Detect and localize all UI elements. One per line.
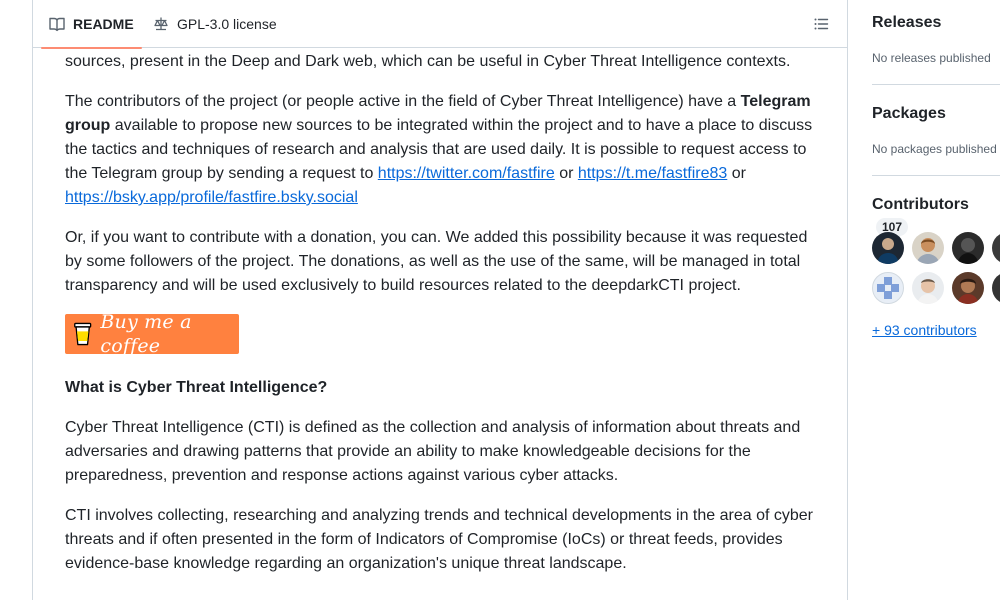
text: or: [727, 165, 746, 182]
divider: [872, 84, 1000, 85]
tab-readme-label: README: [73, 16, 134, 32]
avatar[interactable]: [912, 272, 944, 304]
paragraph-telegram: The contributors of the project (or peop…: [65, 90, 817, 210]
readme-tab-bar: README GPL-3.0 license: [33, 0, 847, 49]
law-icon: [154, 17, 168, 31]
paragraph-cti-definition: Cyber Threat Intelligence (CTI) is defin…: [65, 419, 801, 484]
readme-panel: README GPL-3.0 license sources, present …: [32, 0, 848, 600]
link-bsky[interactable]: https://bsky.app/profile/fastfire.bsky.s…: [65, 189, 358, 206]
packages-title[interactable]: Packages: [872, 102, 1000, 126]
avatar[interactable]: [952, 232, 984, 264]
tab-license-label: GPL-3.0 license: [177, 16, 277, 32]
tab-license[interactable]: GPL-3.0 license: [145, 0, 285, 48]
avatar[interactable]: [912, 232, 944, 264]
contributors-label: Contributors: [872, 196, 969, 213]
divider: [872, 175, 1000, 176]
packages-empty-text: No packages published: [872, 142, 997, 156]
avatar[interactable]: [952, 272, 984, 304]
coffee-label: Buy me a coffee: [100, 311, 192, 357]
readme-content: sources, present in the Deep and Dark we…: [65, 48, 817, 592]
releases-title[interactable]: Releases: [872, 11, 1000, 35]
text: or: [554, 165, 578, 182]
text: The contributors of the project (or peop…: [65, 93, 741, 110]
more-contributors-link[interactable]: + 93 contributors: [872, 322, 977, 338]
heading-what-is-cti: What is Cyber Threat Intelligence?: [65, 379, 328, 396]
avatar[interactable]: [872, 232, 904, 264]
avatar[interactable]: [872, 272, 904, 304]
repo-sidebar: Releases No releases published Packages …: [872, 0, 1000, 600]
avatar[interactable]: [992, 272, 1000, 304]
releases-section: Releases No releases published: [872, 11, 1000, 67]
tab-readme[interactable]: README: [41, 0, 142, 49]
releases-empty-text: No releases published: [872, 51, 991, 65]
paragraph-sources: sources, present in the Deep and Dark we…: [65, 53, 791, 70]
buy-me-a-coffee-button[interactable]: Buy me a coffee: [65, 311, 239, 357]
book-icon: [49, 17, 65, 32]
packages-section: Packages No packages published: [872, 102, 1000, 158]
outline-button[interactable]: [809, 12, 833, 36]
coffee-cup-icon: [74, 322, 92, 346]
paragraph-cti-involves: CTI involves collecting, researching and…: [65, 507, 813, 572]
paragraph-donation: Or, if you want to contribute with a don…: [65, 229, 808, 294]
list-unordered-icon: [814, 18, 829, 30]
link-telegram[interactable]: https://t.me/fastfire83: [578, 165, 727, 182]
link-twitter[interactable]: https://twitter.com/fastfire: [378, 165, 555, 182]
